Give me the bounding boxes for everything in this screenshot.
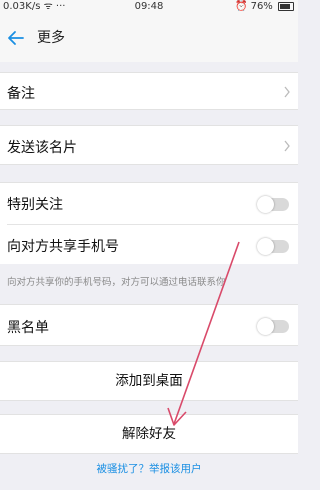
blacklist-label: 黑名单 (7, 320, 49, 336)
privacy-group: 特别关注 向对方共享手机号 (0, 182, 298, 264)
alarm-icon: ⏰ (234, 1, 248, 12)
remark-label: 备注 (7, 86, 35, 102)
special-follow-toggle[interactable] (257, 196, 289, 213)
blacklist-toggle[interactable] (257, 318, 289, 335)
toggle-knob (257, 318, 274, 335)
divider (7, 224, 298, 225)
chevron-right-icon (284, 86, 290, 98)
report-user-link[interactable]: 被骚扰了？举报该用户 (0, 461, 298, 476)
share-phone-label: 向对方共享手机号 (7, 239, 119, 255)
delete-friend-button[interactable]: 解除好友 (0, 414, 298, 454)
toggle-knob (257, 196, 274, 213)
remark-row[interactable]: 备注 (0, 72, 298, 110)
back-arrow-icon[interactable] (6, 26, 26, 50)
share-phone-toggle[interactable] (257, 238, 289, 255)
battery-text: 76% (250, 1, 273, 12)
share-phone-hint: 向对方共享你的手机号码，对方可以通过电话联系你 (7, 277, 226, 288)
special-follow-label: 特别关注 (7, 197, 63, 213)
chevron-right-icon (284, 140, 290, 152)
add-to-desktop-button[interactable]: 添加到桌面 (0, 361, 298, 401)
toggle-knob (257, 238, 274, 255)
status-bar: 0.03K/s ᯤ ··· 09:48 ⏰ 76% (0, 0, 298, 14)
page-title: 更多 (37, 30, 65, 46)
status-battery: ⏰ 76% (235, 0, 294, 14)
blacklist-row: 黑名单 (0, 304, 298, 346)
nav-bar: 更多 (0, 14, 298, 62)
battery-icon (278, 1, 294, 11)
send-card-label: 发送该名片 (7, 140, 77, 156)
send-card-row[interactable]: 发送该名片 (0, 125, 298, 165)
